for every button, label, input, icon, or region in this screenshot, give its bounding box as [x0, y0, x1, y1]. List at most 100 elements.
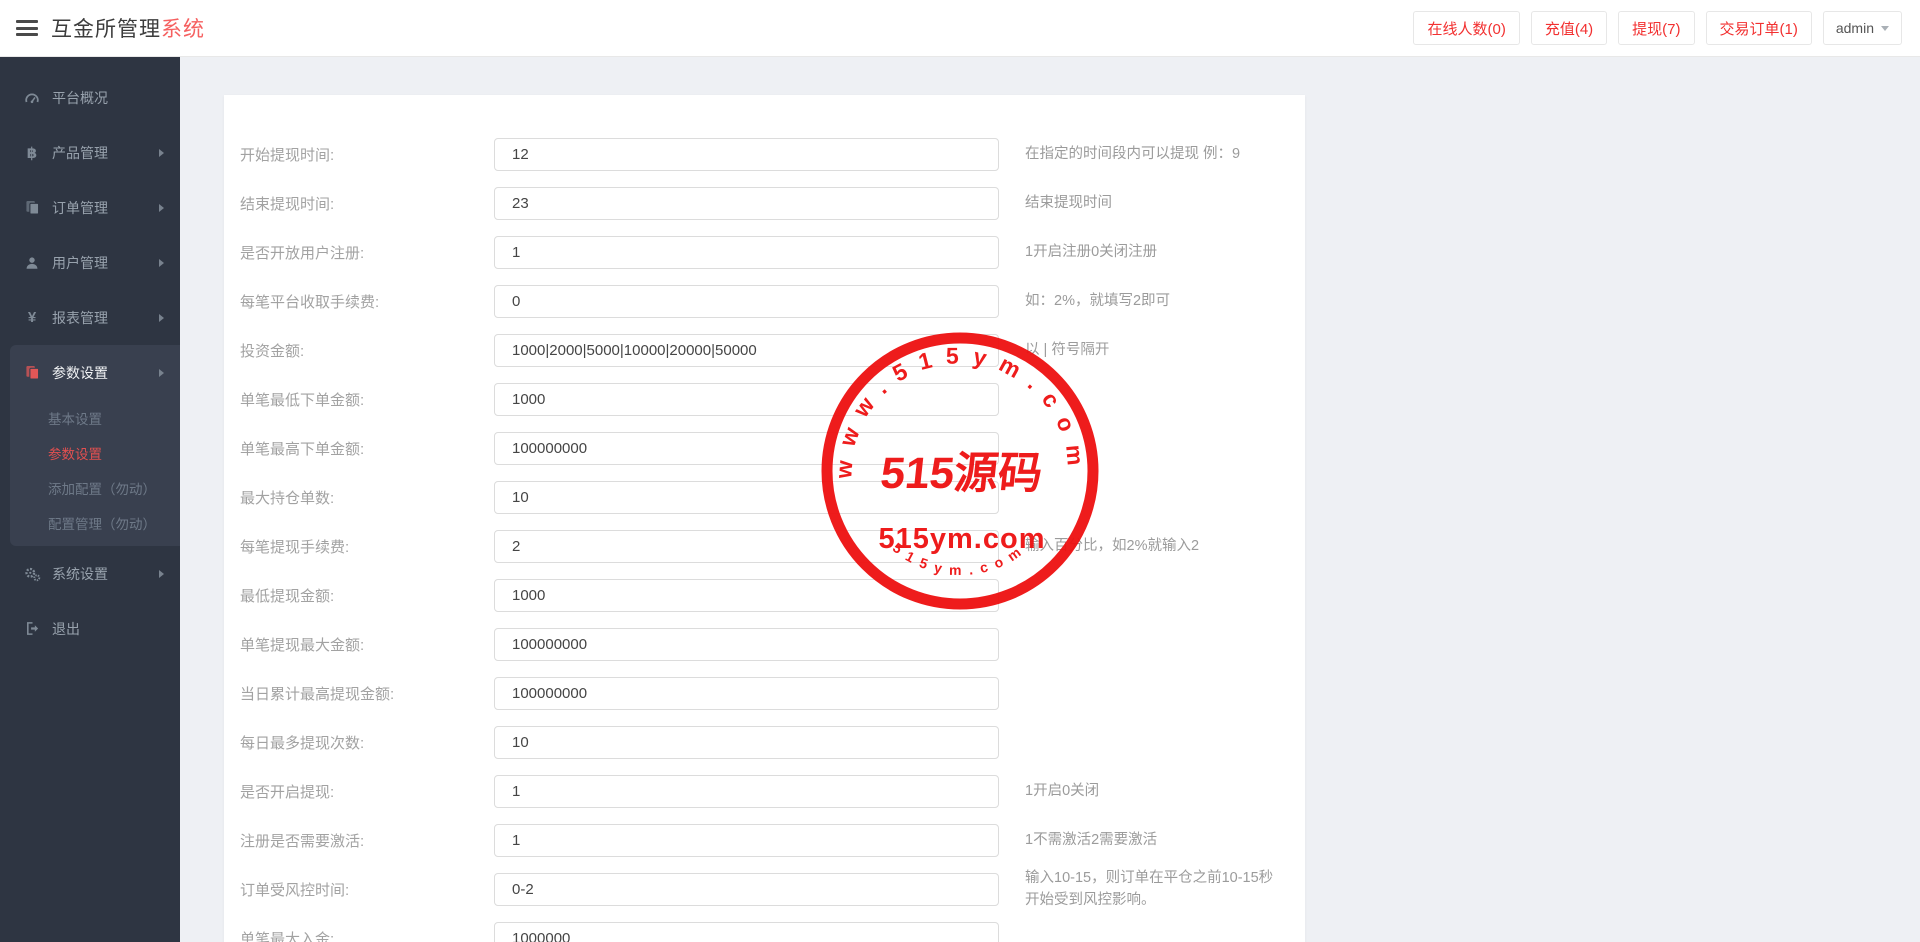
menu-toggle-icon[interactable] [16, 17, 38, 40]
sidebar-subitem[interactable]: 参数设置 [10, 435, 180, 470]
sidebar-item-platform-overview[interactable]: 平台概况 [0, 70, 180, 125]
chevron-right-icon [159, 259, 164, 267]
app-title: 互金所管理系统 [51, 13, 205, 43]
app-title-accent: 系统 [161, 18, 205, 41]
field-input[interactable] [494, 481, 999, 514]
field-help-text: 输入10-15，则订单在平仓之前10-15秒开始受到风控影响。 [1025, 868, 1275, 910]
field-help-text: 1开启0关闭 [1025, 781, 1275, 802]
header-actions: 在线人数(0) 充值(4) 提现(7) 交易订单(1) admin [1413, 11, 1920, 45]
header-stat-button[interactable]: 在线人数(0) [1413, 11, 1519, 45]
orders-icon [22, 200, 42, 215]
form-row: 最大持仓单数: [224, 473, 1305, 522]
sidebar-item-system-settings[interactable]: 系统设置 [0, 546, 180, 601]
field-input[interactable] [494, 285, 999, 318]
field-input[interactable] [494, 138, 999, 171]
field-input[interactable] [494, 873, 999, 906]
form-row: 是否开启提现: 1开启0关闭 [224, 767, 1305, 816]
sidebar-item-label: 报表管理 [52, 308, 108, 328]
form-row: 结束提现时间: 结束提现时间 [224, 179, 1305, 228]
field-label: 是否开启提现: [224, 781, 494, 802]
sidebar: 平台概况 ฿ 产品管理 订单管理 用户管理 ¥ 报表管理 参数设置 [0, 57, 180, 942]
top-header: 互金所管理系统 在线人数(0) 充值(4) 提现(7) 交易订单(1) admi… [0, 0, 1920, 57]
form-row: 投资金额: 以 | 符号隔开 [224, 326, 1305, 375]
field-input[interactable] [494, 775, 999, 808]
field-label: 当日累计最高提现金额: [224, 683, 494, 704]
field-input[interactable] [494, 726, 999, 759]
sidebar-item-logout[interactable]: 退出 [0, 601, 180, 656]
chevron-right-icon [159, 570, 164, 578]
sidebar-item-user-management[interactable]: 用户管理 [0, 235, 180, 290]
bitcoin-icon: ฿ [22, 144, 42, 162]
field-input[interactable] [494, 628, 999, 661]
sidebar-item-report-management[interactable]: ¥ 报表管理 [0, 290, 180, 345]
form-row: 每笔平台收取手续费: 如：2%，就填写2即可 [224, 277, 1305, 326]
form-row: 每笔提现手续费: 输入百分比，如2%就输入2 [224, 522, 1305, 571]
field-label: 单笔最高下单金额: [224, 438, 494, 459]
field-input[interactable] [494, 432, 999, 465]
form-row: 单笔最高下单金额: [224, 424, 1305, 473]
field-label: 每笔平台收取手续费: [224, 291, 494, 312]
sidebar-item-label: 产品管理 [52, 143, 108, 163]
field-input[interactable] [494, 383, 999, 416]
field-input[interactable] [494, 187, 999, 220]
field-label: 单笔最大入金: [224, 928, 494, 942]
dashboard-icon [22, 90, 42, 106]
field-input[interactable] [494, 579, 999, 612]
header-stat-button[interactable]: 充值(4) [1531, 11, 1607, 45]
sidebar-item-parameter-settings[interactable]: 参数设置 [10, 345, 180, 400]
sidebar-subitem[interactable]: 基本设置 [10, 400, 180, 435]
chevron-right-icon [159, 314, 164, 322]
field-input[interactable] [494, 236, 999, 269]
field-help-text: 1不需激活2需要激活 [1025, 830, 1275, 851]
field-help-text: 如：2%，就填写2即可 [1025, 291, 1275, 312]
field-input[interactable] [494, 824, 999, 857]
settings-card: 开始提现时间: 在指定的时间段内可以提现 例：9 结束提现时间: 结束提现时间 … [224, 95, 1305, 942]
field-help-text: 结束提现时间 [1025, 193, 1275, 214]
field-input[interactable] [494, 677, 999, 710]
field-label: 每日最多提现次数: [224, 732, 494, 753]
sidebar-item-label: 系统设置 [52, 564, 108, 584]
chevron-right-icon [159, 369, 164, 377]
sidebar-item-order-management[interactable]: 订单管理 [0, 180, 180, 235]
gears-icon [22, 566, 42, 582]
admin-username: admin [1836, 20, 1874, 36]
field-label: 最低提现金额: [224, 585, 494, 606]
sidebar-subitem[interactable]: 添加配置（勿动） [10, 470, 180, 505]
sidebar-item-label: 参数设置 [52, 363, 108, 383]
form-row: 是否开放用户注册: 1开启注册0关闭注册 [224, 228, 1305, 277]
field-label: 是否开放用户注册: [224, 242, 494, 263]
chevron-down-icon [1881, 26, 1889, 31]
user-icon [22, 256, 42, 270]
form-row: 当日累计最高提现金额: [224, 669, 1305, 718]
sidebar-item-label: 平台概况 [52, 88, 108, 108]
parameter-form: 开始提现时间: 在指定的时间段内可以提现 例：9 结束提现时间: 结束提现时间 … [224, 95, 1305, 942]
chevron-right-icon [159, 204, 164, 212]
form-row: 最低提现金额: [224, 571, 1305, 620]
chevron-right-icon [159, 149, 164, 157]
settings-files-icon [22, 365, 42, 380]
field-input[interactable] [494, 334, 999, 367]
header-stat-button[interactable]: 提现(7) [1618, 11, 1694, 45]
admin-dropdown[interactable]: admin [1823, 11, 1902, 45]
form-row: 单笔最低下单金额: [224, 375, 1305, 424]
sidebar-item-label: 订单管理 [52, 198, 108, 218]
sidebar-subitem[interactable]: 配置管理（勿动） [10, 505, 180, 540]
form-row: 注册是否需要激活: 1不需激活2需要激活 [224, 816, 1305, 865]
form-row: 单笔最大入金: [224, 914, 1305, 942]
field-help-text: 输入百分比，如2%就输入2 [1025, 536, 1275, 557]
sidebar-item-product-management[interactable]: ฿ 产品管理 [0, 125, 180, 180]
field-label: 开始提现时间: [224, 144, 494, 165]
header-stat-button[interactable]: 交易订单(1) [1706, 11, 1812, 45]
field-help-text: 1开启注册0关闭注册 [1025, 242, 1275, 263]
logout-icon [22, 621, 42, 636]
field-input[interactable] [494, 530, 999, 563]
field-label: 单笔最低下单金额: [224, 389, 494, 410]
sidebar-item-label: 用户管理 [52, 253, 108, 273]
form-row: 开始提现时间: 在指定的时间段内可以提现 例：9 [224, 130, 1305, 179]
sidebar-group-parameter-settings: 参数设置 基本设置 参数设置 添加配置（勿动） 配置管理（勿动） [10, 345, 180, 546]
form-row: 单笔提现最大金额: [224, 620, 1305, 669]
field-input[interactable] [494, 922, 999, 942]
main-content: 开始提现时间: 在指定的时间段内可以提现 例：9 结束提现时间: 结束提现时间 … [180, 57, 1920, 942]
field-label: 单笔提现最大金额: [224, 634, 494, 655]
form-row: 每日最多提现次数: [224, 718, 1305, 767]
